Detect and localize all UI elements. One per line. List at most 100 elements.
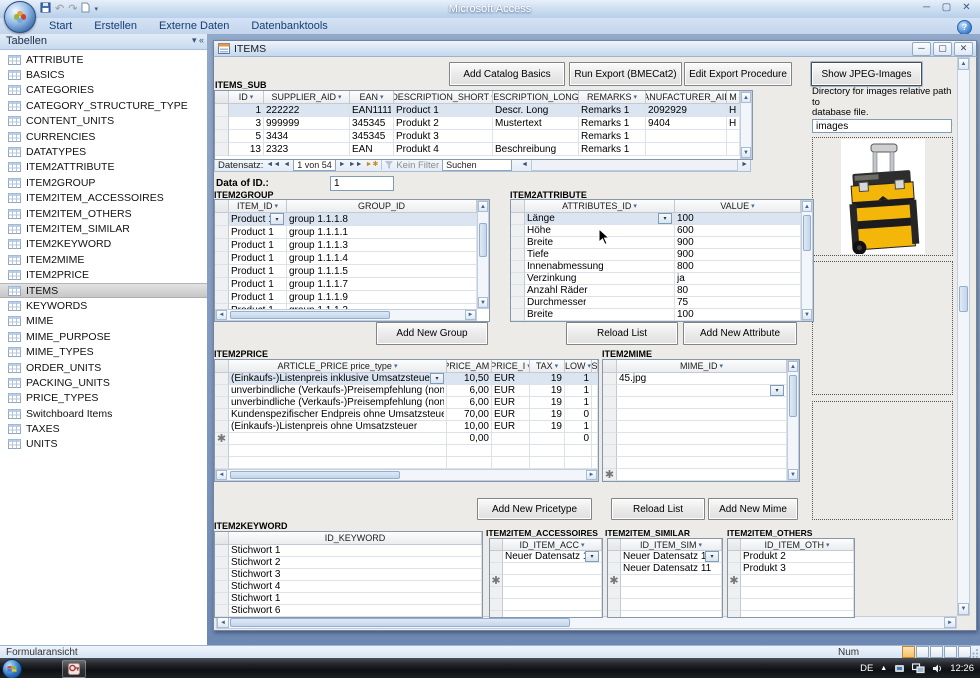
select-all-corner[interactable] <box>490 539 503 551</box>
cell[interactable] <box>617 457 787 469</box>
cell[interactable]: 345345 <box>350 130 394 143</box>
cell[interactable]: Product 1▾ <box>229 213 287 226</box>
cell[interactable]: 345345 <box>350 117 394 130</box>
cell[interactable]: Verzinkung <box>525 273 675 285</box>
cell[interactable]: 1 <box>565 385 592 397</box>
qat-customize-icon[interactable]: ▾ <box>94 3 98 16</box>
sidebar-item-currencies[interactable]: CURRENCIES <box>0 129 207 144</box>
sidebar-item-items[interactable]: ITEMS <box>0 283 207 298</box>
row-selector[interactable] <box>603 385 617 397</box>
cell[interactable]: 10,00 <box>447 421 492 433</box>
add-new-pricetype-button[interactable]: Add New Pricetype <box>477 498 592 520</box>
sidebar-item-item2group[interactable]: ITEM2GROUP <box>0 175 207 190</box>
column-header-manufacturer-aid[interactable]: MANUFACTURER_AID▾ <box>646 91 727 104</box>
cell[interactable]: 1 <box>565 397 592 409</box>
cell[interactable]: unverbindliche (Verkaufs-)Preisempfehlun… <box>229 397 447 409</box>
combo-dropdown-button[interactable]: ▾ <box>270 213 284 225</box>
row-selector[interactable] <box>511 213 525 225</box>
clock[interactable]: 12:26 <box>950 663 974 674</box>
add-new-mime-button[interactable]: Add New Mime <box>708 498 798 520</box>
cell[interactable]: Durchmesser <box>525 297 675 309</box>
filter-status[interactable]: Kein Filter <box>396 160 439 171</box>
row-selector[interactable] <box>608 551 621 563</box>
row-selector[interactable] <box>728 587 741 599</box>
cell[interactable]: 3434 <box>264 130 350 143</box>
office-button[interactable] <box>4 1 36 33</box>
cell[interactable]: 600 <box>675 225 801 237</box>
cell[interactable]: Breite <box>525 309 675 321</box>
datasheet-vertical-scrollbar[interactable]: ▲▼ <box>801 200 813 321</box>
sidebar-item-item2item_others[interactable]: ITEM2ITEM_OTHERS <box>0 206 207 221</box>
cell[interactable]: Product 1 <box>229 265 287 278</box>
sidebar-item-price_types[interactable]: PRICE_TYPES <box>0 391 207 406</box>
pivotchart-view-button[interactable] <box>944 646 957 658</box>
cell[interactable]: Stichwort 2 <box>229 557 482 569</box>
cell[interactable] <box>503 575 602 587</box>
form-view-button[interactable] <box>902 646 915 658</box>
run-export-button[interactable]: Run Export (BMECat2) <box>569 62 682 86</box>
sidebar-item-item2item_accessoires[interactable]: ITEM2ITEM_ACCESSOIRES <box>0 191 207 206</box>
cell[interactable]: 900 <box>675 237 801 249</box>
cell[interactable]: EUR <box>492 385 530 397</box>
row-selector[interactable] <box>511 249 525 261</box>
sort-dropdown-icon[interactable]: ▾ <box>588 362 592 370</box>
cell[interactable]: EAN <box>350 143 394 156</box>
cell[interactable]: EUR <box>492 421 530 433</box>
cell[interactable]: group 1.1.1.9 <box>287 291 477 304</box>
cell[interactable]: Tiefe <box>525 249 675 261</box>
datasheet-horizontal-scrollbar[interactable]: ◄► <box>215 469 598 481</box>
scroll-right-icon[interactable]: ► <box>586 470 597 480</box>
language-indicator[interactable]: DE <box>860 663 873 674</box>
column-header-id-item-acc[interactable]: ID_ITEM_ACC▾ <box>503 539 602 551</box>
cell[interactable] <box>229 433 447 445</box>
app-maximize-button[interactable]: ▢ <box>937 2 956 15</box>
cell[interactable]: 0 <box>565 433 592 445</box>
column-header-s[interactable]: S <box>592 360 598 373</box>
nav-pane-menu-icon[interactable]: ▾ <box>192 35 197 45</box>
cell[interactable]: Kundenspezifischer Endpreis ohne Umsatzs… <box>229 409 447 421</box>
cell[interactable]: 900 <box>675 249 801 261</box>
cell[interactable]: 2323 <box>264 143 350 156</box>
row-selector[interactable] <box>215 581 229 593</box>
cell[interactable] <box>592 445 598 457</box>
row-selector[interactable] <box>215 409 229 421</box>
cell[interactable] <box>741 575 854 587</box>
cell[interactable]: Stichwort 3 <box>229 569 482 581</box>
row-selector[interactable]: ✱ <box>728 575 741 587</box>
cell[interactable]: ja <box>675 273 801 285</box>
row-selector[interactable] <box>215 557 229 569</box>
sort-dropdown-icon[interactable]: ▾ <box>826 541 830 549</box>
cell[interactable]: H <box>727 117 740 130</box>
redo-icon[interactable]: ↷ <box>68 3 77 16</box>
tab-externe-daten[interactable]: Externe Daten <box>148 18 240 34</box>
column-header-m[interactable]: M <box>727 91 740 104</box>
tab-datenbanktools[interactable]: Datenbanktools <box>240 18 338 34</box>
row-selector[interactable] <box>511 285 525 297</box>
nav-horizontal-scrollbar[interactable] <box>531 159 738 171</box>
cell[interactable]: (Einkaufs-)Listenpreis ohne Umsatzsteuer <box>229 421 447 433</box>
scroll-right-icon[interactable]: ► <box>465 310 476 320</box>
column-header-low[interactable]: LOW▾ <box>565 360 592 373</box>
row-selector[interactable] <box>215 104 229 117</box>
cell[interactable] <box>493 130 579 143</box>
sidebar-item-order_units[interactable]: ORDER_UNITS <box>0 360 207 375</box>
cell[interactable]: Produkt 2 <box>394 117 493 130</box>
row-selector[interactable] <box>215 373 229 385</box>
cell[interactable]: 19 <box>530 373 565 385</box>
sidebar-item-packing_units[interactable]: PACKING_UNITS <box>0 375 207 390</box>
cell[interactable]: H <box>727 104 740 117</box>
row-selector[interactable] <box>511 273 525 285</box>
cell[interactable]: 999999 <box>264 117 350 130</box>
row-selector[interactable]: ✱ <box>215 433 229 445</box>
cell[interactable]: Remarks 1 <box>579 104 646 117</box>
row-selector[interactable] <box>215 278 229 291</box>
row-selector[interactable] <box>490 611 503 617</box>
row-selector[interactable] <box>511 237 525 249</box>
combo-dropdown-button[interactable]: ▾ <box>585 551 599 562</box>
column-header-remarks[interactable]: REMARKS▾ <box>579 91 646 104</box>
row-selector[interactable] <box>603 433 617 445</box>
select-all-corner[interactable] <box>215 532 229 545</box>
cell[interactable] <box>447 457 492 469</box>
cell[interactable]: 1 <box>229 104 264 117</box>
cell[interactable]: Anzahl Räder <box>525 285 675 297</box>
